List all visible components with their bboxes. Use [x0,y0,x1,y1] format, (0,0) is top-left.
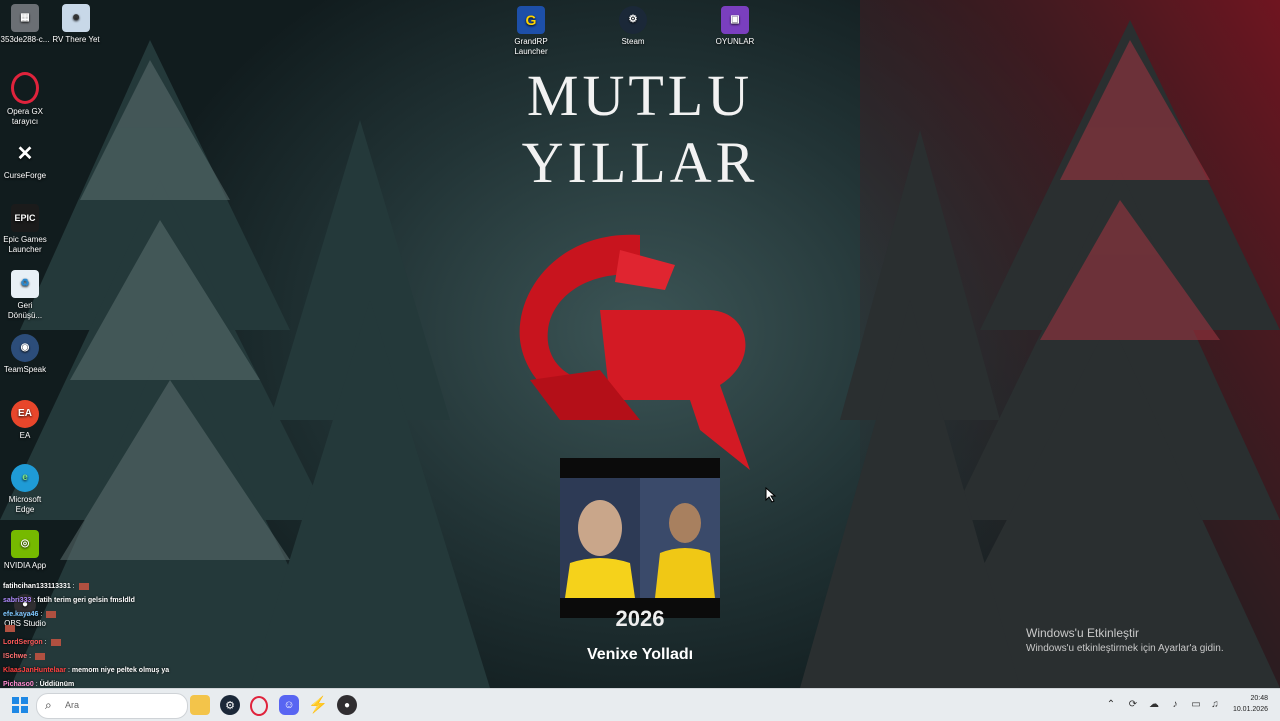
video-frame [560,478,720,598]
chevron-up-icon[interactable]: ⌃ [1104,698,1118,712]
epic-games-icon: EPIC [11,204,39,232]
clock-time: 20:48 [1250,695,1268,702]
activation-subtitle: Windows'u etkinleştirmek için Ayarlar'a … [1026,643,1224,654]
file-icon: ▦ [11,4,39,32]
sender-text: Venixe Yolladı [586,646,694,663]
start-button[interactable] [10,695,30,715]
chat-message: fatihcihan133113331 : [3,580,263,594]
discord-icon[interactable]: ☺ [279,695,299,715]
windows-activation-watermark: Windows'u Etkinleştir Windows'u etkinleş… [1026,626,1224,654]
opera-gx-icon[interactable] [250,696,268,716]
emote-icon [50,638,61,646]
microphone-icon[interactable]: ♪ [1168,698,1182,712]
cloud-icon[interactable]: ☁ [1147,698,1161,712]
clock-date: 10.01.2026 [1232,706,1268,713]
taskbar-search[interactable]: ⌕ Ara [36,693,188,719]
nvidia-icon: ◎ [11,530,39,558]
desktop-icon-opera-gx[interactable]: Opera GX tarayıcı [0,72,50,127]
curseforge-icon: ✕ [16,143,34,165]
monitor-icon[interactable]: ▭ [1189,698,1203,712]
recycle-bin-icon: ♻ [11,270,39,298]
teamspeak-icon: ◉ [11,334,39,362]
desktop-icon-rv-there-yet[interactable]: ☻ RV There Yet [51,4,101,45]
chat-message [3,622,263,636]
file-explorer-icon[interactable] [190,695,210,715]
desktop-icon-nvidia[interactable]: ◎ NVIDIA App [0,530,50,571]
desktop-icon-oyunlar[interactable]: ▣ OYUNLAR [710,6,760,47]
chat-message: LordSergon : [3,636,263,650]
desktop-icon-recycle-bin[interactable]: ♻ Geri Dönüşü... [0,270,50,321]
activation-title: Windows'u Etkinleştir [1026,626,1139,640]
windows-logo-icon [12,697,28,713]
games-folder-icon: ▣ [721,6,749,34]
year-text: 2026 [615,606,665,631]
desktop-icon-edge[interactable]: e Microsoft Edge [0,464,50,515]
desktop-icon-ea[interactable]: EA EA [0,400,50,441]
volume-icon[interactable]: ♫ [1208,698,1222,712]
chat-message: sabri333 : fatih terim geri gelsin fmsld… [3,597,135,604]
chat-message: efe.kaya46 : [3,608,263,622]
chat-message: KlaasJanHuntelaar : memom niye peltek ol… [3,667,170,674]
emote-icon [5,624,15,632]
edge-icon: e [11,464,39,492]
steam-icon[interactable]: ⚙ [220,695,240,715]
flash-icon[interactable]: ⚡ [308,695,328,715]
desktop-icon-grandrp[interactable]: G GrandRP Launcher [506,6,556,57]
system-clock[interactable]: 20:48 10.01.2026 [1233,693,1268,715]
desktop-icon-file[interactable]: ▦ 353de288-c... [0,4,50,45]
greeting-title: MUTLU YILLAR [521,63,759,195]
mouse-cursor-icon [765,487,777,503]
gr-logo [519,234,750,470]
game-icon: ☻ [62,4,90,32]
chat-message: ISchwe : [3,650,263,664]
steam-icon: ⚙ [619,6,647,34]
obs-icon[interactable]: ● [337,695,357,715]
emote-icon [78,582,89,590]
desktop-icon-steam[interactable]: ⚙ Steam [608,6,658,47]
emote-icon [46,610,57,618]
stream-chat-overlay: fatihcihan133113331 : sabri333 : fatih t… [3,580,263,692]
search-icon: ⌕ [45,698,52,712]
sync-icon[interactable]: ⟳ [1126,698,1140,712]
desktop-icon-curseforge[interactable]: ✕ CurseForge [0,140,50,181]
opera-gx-icon [11,72,39,104]
taskbar: ⌕ Ara ⚙ ☺ ⚡ ● ⌃ ⟳ ☁ ♪ ▭ ♫ 20:48 10.01.20… [0,688,1280,721]
video-overlay [560,458,720,618]
emote-icon [34,652,45,660]
desktop-icon-epic-games[interactable]: EPIC Epic Games Launcher [0,204,50,255]
ea-icon: EA [11,400,39,428]
desktop-icon-teamspeak[interactable]: ◉ TeamSpeak [0,334,50,375]
search-placeholder: Ara [65,700,80,710]
grandrp-icon: G [517,6,545,34]
